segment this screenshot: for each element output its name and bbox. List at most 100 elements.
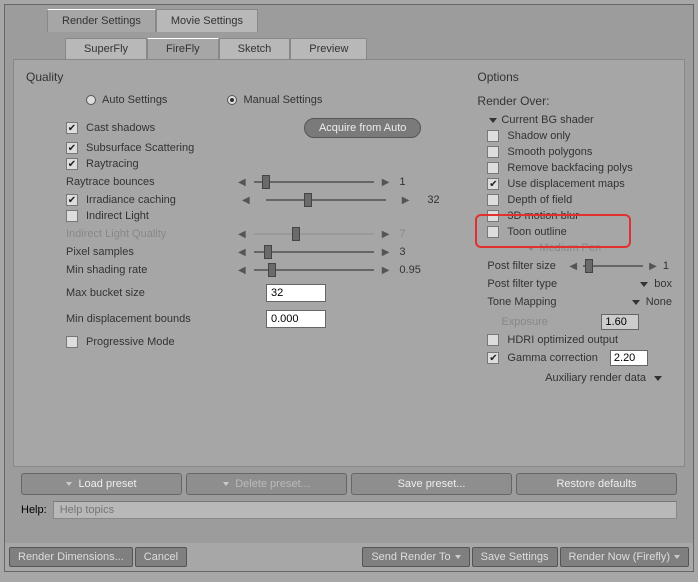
slider-indirect-quality: Indirect Light Quality ◀▶ 7: [66, 228, 457, 240]
render-over-label: Render Over:: [477, 94, 672, 108]
save-preset-button[interactable]: Save preset...: [351, 473, 512, 495]
quality-title: Quality: [26, 70, 457, 84]
help-label: Help:: [21, 504, 47, 516]
tab-sketch[interactable]: Sketch: [219, 38, 291, 59]
radio-manual-settings[interactable]: Manual Settings: [227, 94, 322, 106]
check-subsurface[interactable]: Subsurface Scattering: [66, 142, 457, 154]
post-filter-size-label: Post filter size: [487, 260, 567, 272]
check-motion-blur[interactable]: 3D motion blur: [487, 210, 672, 222]
dropdown-post-filter-type[interactable]: Post filter type box: [487, 278, 672, 290]
check-smooth-polygons[interactable]: Smooth polygons: [487, 146, 672, 158]
tone-mapping-label: Tone Mapping: [487, 296, 587, 308]
arrow-left-icon[interactable]: ◀: [236, 177, 248, 188]
chevron-down-icon: [654, 376, 662, 381]
render-now-label: Render Now (Firefly): [569, 551, 670, 563]
check-hdri[interactable]: HDRI optimized output: [487, 334, 672, 346]
dropdown-toon-pen: Medium Pen: [527, 242, 672, 254]
min-disp-input[interactable]: [266, 310, 326, 328]
acquire-from-auto-button[interactable]: Acquire from Auto: [304, 118, 421, 138]
min-disp-label: Min displacement bounds: [66, 313, 266, 325]
check-gamma[interactable]: Gamma correction: [487, 350, 672, 366]
indirect-quality-label: Indirect Light Quality: [66, 228, 236, 240]
arrow-right-icon[interactable]: ▶: [380, 247, 392, 258]
dropdown-render-over[interactable]: Current BG shader: [489, 114, 672, 126]
arrow-right-icon[interactable]: ▶: [647, 261, 659, 272]
post-filter-type-label: Post filter type: [487, 278, 587, 290]
tab-movie-settings[interactable]: Movie Settings: [156, 9, 258, 32]
load-preset-button[interactable]: Load preset: [21, 473, 182, 495]
chevron-down-icon: [223, 482, 229, 486]
tab-render-settings[interactable]: Render Settings: [47, 9, 156, 32]
min-shading-value: 0.95: [399, 264, 429, 276]
dof-label: Depth of field: [507, 194, 572, 206]
smooth-poly-label: Smooth polygons: [507, 146, 592, 158]
send-render-to-button[interactable]: Send Render To: [362, 547, 469, 567]
check-indirect-light[interactable]: Indirect Light: [66, 210, 457, 222]
render-dimensions-button[interactable]: Render Dimensions...: [9, 547, 133, 567]
check-progressive[interactable]: Progressive Mode: [66, 336, 457, 348]
slider-post-filter-size[interactable]: Post filter size ◀▶ 1: [487, 260, 672, 272]
slider-pixel-samples[interactable]: Pixel samples ◀▶ 3: [66, 246, 457, 258]
max-bucket-input[interactable]: [266, 284, 326, 302]
radio-auto-label: Auto Settings: [102, 94, 167, 106]
render-over-value: Current BG shader: [501, 114, 593, 126]
save-settings-button[interactable]: Save Settings: [472, 547, 558, 567]
slider-raytrace-bounces[interactable]: Raytrace bounces ◀ ▶ 1: [66, 176, 457, 188]
radio-auto-settings[interactable]: Auto Settings: [86, 94, 167, 106]
row-max-bucket: Max bucket size: [66, 284, 457, 302]
render-now-button[interactable]: Render Now (Firefly): [560, 547, 689, 567]
restore-defaults-button[interactable]: Restore defaults: [516, 473, 677, 495]
gamma-input[interactable]: [610, 350, 648, 366]
arrow-right-icon[interactable]: ▶: [380, 177, 392, 188]
preset-bar: Load preset Delete preset... Save preset…: [21, 473, 677, 495]
check-displacement-maps[interactable]: Use displacement maps: [487, 178, 672, 190]
slider-min-shading[interactable]: Min shading rate ◀▶ 0.95: [66, 264, 457, 276]
shadow-only-label: Shadow only: [507, 130, 570, 142]
irradiance-value: 32: [427, 194, 457, 206]
row-exposure: Exposure: [487, 314, 672, 330]
check-remove-backfacing[interactable]: Remove backfacing polys: [487, 162, 672, 174]
delete-preset-button: Delete preset...: [186, 473, 347, 495]
chevron-down-icon: [632, 300, 640, 305]
help-input[interactable]: [53, 501, 677, 519]
subsurface-label: Subsurface Scattering: [86, 142, 194, 154]
tab-firefly[interactable]: FireFly: [147, 38, 219, 59]
raytracing-label: Raytracing: [86, 158, 139, 170]
indirect-light-label: Indirect Light: [86, 210, 149, 222]
displacement-label: Use displacement maps: [507, 178, 624, 190]
arrow-left-icon[interactable]: ◀: [236, 247, 248, 258]
exposure-label: Exposure: [501, 316, 601, 328]
arrow-right-icon[interactable]: ▶: [380, 265, 392, 276]
radio-manual-label: Manual Settings: [243, 94, 322, 106]
cast-shadows-label: Cast shadows: [86, 122, 155, 134]
toon-label: Toon outline: [507, 226, 566, 238]
check-depth-of-field[interactable]: Depth of field: [487, 194, 672, 206]
arrow-left-icon[interactable]: ◀: [236, 265, 248, 276]
pixel-samples-label: Pixel samples: [66, 246, 236, 258]
cancel-button[interactable]: Cancel: [135, 547, 187, 567]
check-irradiance[interactable]: Irradiance caching ◀ ▶ 32: [66, 194, 457, 206]
delete-preset-label: Delete preset...: [235, 478, 310, 490]
motion-blur-label: 3D motion blur: [507, 210, 579, 222]
raytrace-bounces-value: 1: [399, 176, 429, 188]
remove-backfacing-label: Remove backfacing polys: [507, 162, 632, 174]
check-toon-outline[interactable]: Toon outline: [487, 226, 672, 238]
dropdown-tone-mapping[interactable]: Tone Mapping None: [487, 296, 672, 308]
dropdown-aux-render[interactable]: Auxiliary render data: [487, 372, 662, 384]
arrow-left-icon[interactable]: ◀: [567, 261, 579, 272]
chevron-down-icon: [640, 282, 648, 287]
check-cast-shadows[interactable]: Cast shadows: [66, 122, 155, 134]
raytrace-bounces-label: Raytrace bounces: [66, 176, 236, 188]
check-shadow-only[interactable]: Shadow only: [487, 130, 672, 142]
check-raytracing[interactable]: Raytracing: [66, 158, 457, 170]
post-filter-type-value: box: [654, 278, 672, 290]
arrow-left-icon[interactable]: ◀: [240, 195, 252, 206]
toon-pen-value: Medium Pen: [539, 242, 601, 254]
gamma-label: Gamma correction: [507, 352, 597, 364]
tab-preview[interactable]: Preview: [290, 38, 367, 59]
chevron-down-icon: [489, 118, 497, 123]
tab-superfly[interactable]: SuperFly: [65, 38, 147, 59]
row-min-disp: Min displacement bounds: [66, 310, 457, 328]
arrow-right-icon[interactable]: ▶: [400, 195, 412, 206]
sub-tabs: SuperFly FireFly Sketch Preview: [5, 34, 693, 59]
